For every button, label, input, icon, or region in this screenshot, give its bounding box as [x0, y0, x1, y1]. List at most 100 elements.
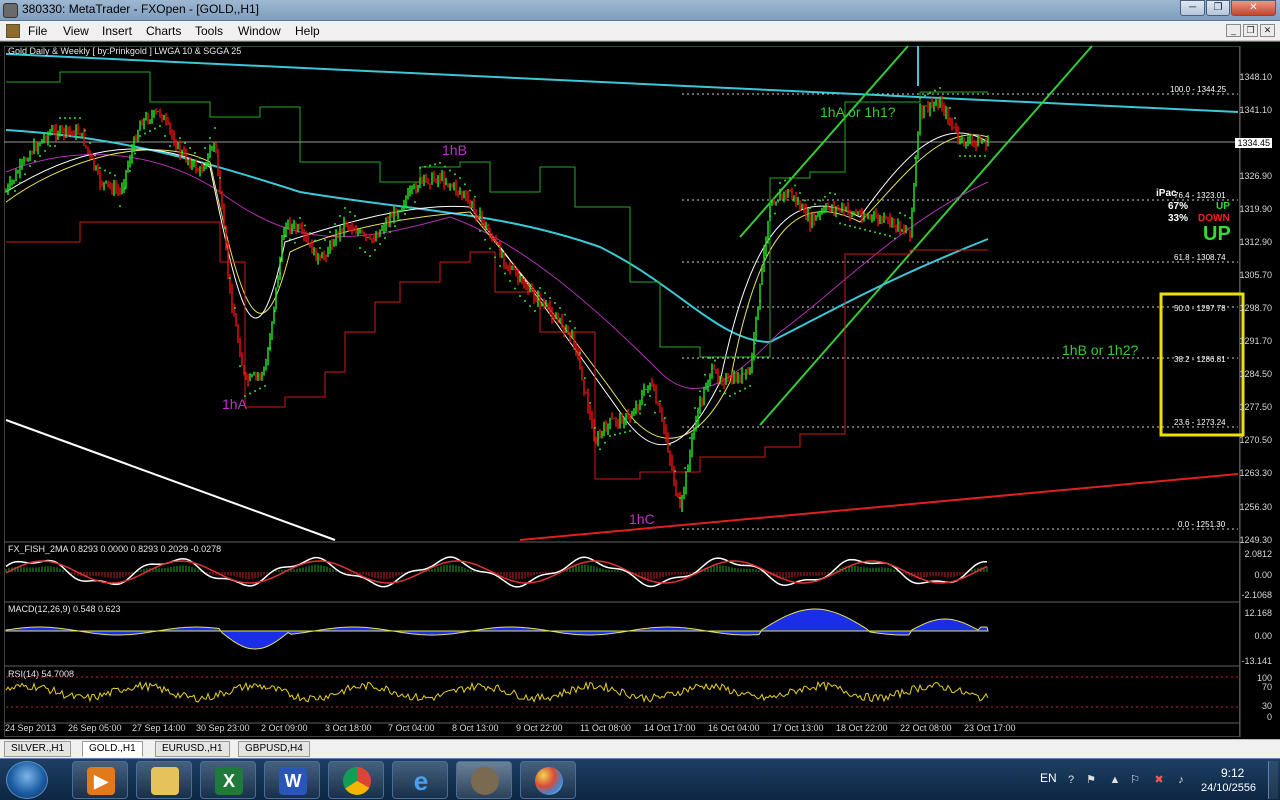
price-tick: 1348.10 [1239, 72, 1272, 82]
chart-restore-button[interactable]: ❐ [1243, 24, 1258, 37]
sar-dot [289, 238, 291, 241]
menu-file[interactable]: File [28, 24, 47, 38]
sar-dot [809, 207, 811, 209]
taskbar-metatrader[interactable] [456, 761, 512, 799]
sar-dot [434, 163, 436, 166]
clock-date[interactable]: 24/10/2556 [1201, 782, 1256, 794]
sar-dot [299, 217, 301, 219]
show-desktop-button[interactable] [1268, 761, 1278, 799]
chart-close-button[interactable]: ✕ [1260, 24, 1275, 37]
sar-dot [99, 167, 101, 169]
fisher-indicator [5, 556, 988, 588]
macd-axis-tick: 0.00 [1254, 631, 1272, 641]
sar-dot [864, 228, 866, 231]
sar-dot [889, 235, 891, 237]
sar-dot [109, 172, 111, 174]
time-tick: 3 Oct 18:00 [325, 723, 372, 733]
menu-window[interactable]: Window [238, 24, 281, 38]
sar-dot [79, 117, 81, 119]
sar-dot [129, 170, 131, 172]
sar-dot [204, 147, 206, 149]
sar-dot [254, 390, 256, 392]
taskbar-word[interactable]: W [264, 761, 320, 799]
help-icon[interactable]: ? [1064, 774, 1078, 786]
macd-axis-tick: -13.141 [1241, 656, 1272, 666]
time-tick: 9 Oct 22:00 [516, 723, 563, 733]
tab-gold-h1[interactable]: GOLD.,H1 [82, 741, 143, 757]
close-button[interactable]: ✕ [1231, 0, 1276, 16]
time-tick: 18 Oct 22:00 [836, 723, 888, 733]
sar-dot [104, 169, 106, 172]
indicator-canvas[interactable] [0, 542, 1240, 723]
price-tick: 1319.90 [1239, 204, 1272, 214]
sar-dot [664, 417, 666, 419]
show-hidden-icons-icon[interactable]: ▲ [1108, 774, 1122, 786]
price-tick: 1312.90 [1239, 237, 1272, 247]
sar-dot [874, 231, 876, 234]
volume-icon[interactable]: ♪ [1174, 774, 1188, 786]
fisher-axis-tick: 0.00 [1254, 570, 1272, 580]
sar-dot [514, 287, 516, 290]
network-icon[interactable]: ✖ [1152, 774, 1166, 786]
channel-lower-line [759, 45, 1093, 426]
taskbar-internet-explorer[interactable]: e [392, 761, 448, 799]
menu-tools[interactable]: Tools [195, 24, 223, 38]
sar-dot [314, 239, 316, 242]
sar-dot [334, 223, 336, 225]
sar-dot [284, 235, 286, 237]
price-tick: 1270.50 [1239, 435, 1272, 445]
menu-help[interactable]: Help [295, 24, 320, 38]
sar-dot [609, 435, 611, 437]
sar-dot [179, 137, 181, 139]
sar-dot [304, 224, 306, 227]
start-button[interactable] [6, 761, 48, 799]
taskbar-excel[interactable]: X [200, 761, 256, 799]
chart-minimize-button[interactable]: _ [1226, 24, 1241, 37]
white-moving-average [5, 132, 989, 446]
sar-dot [264, 385, 266, 387]
sar-dot [274, 310, 276, 312]
sar-dot [644, 403, 646, 406]
tab-gbpusd-h4[interactable]: GBPUSD,H4 [238, 741, 310, 757]
time-tick: 16 Oct 04:00 [708, 723, 760, 733]
media-player-icon: ▶ [87, 767, 115, 795]
sar-dot [319, 247, 321, 249]
sar-dot [559, 307, 561, 309]
sar-dot [444, 165, 446, 168]
sar-dot [834, 193, 836, 196]
sar-dot [829, 192, 831, 194]
sar-dot [879, 232, 881, 235]
tab-eurusd-h1[interactable]: EURUSD.,H1 [155, 741, 230, 757]
sar-dot [359, 247, 361, 249]
price-tick: 1341.10 [1239, 105, 1272, 115]
maximize-button[interactable]: ❐ [1206, 0, 1230, 16]
menu-view[interactable]: View [63, 24, 89, 38]
metatrader-app-icon [3, 3, 18, 18]
menu-insert[interactable]: Insert [102, 24, 132, 38]
sar-dot [939, 87, 941, 89]
taskbar-chrome[interactable] [328, 761, 384, 799]
menu-charts[interactable]: Charts [146, 24, 181, 38]
time-tick: 30 Sep 23:00 [196, 723, 250, 733]
action-center-icon[interactable]: ⚐ [1128, 774, 1142, 786]
taskbar-folder[interactable] [136, 761, 192, 799]
sar-dot [844, 223, 846, 226]
fib-100-label: 100.0 - 1344.25 [1170, 85, 1227, 94]
taskbar-media-player[interactable]: ▶ [72, 761, 128, 799]
chart-window-icon[interactable] [6, 24, 20, 38]
target-zone-box [1159, 292, 1245, 437]
taskbar-paint[interactable] [520, 761, 576, 799]
time-tick: 27 Sep 14:00 [132, 723, 186, 733]
flag-icon[interactable]: ⚑ [1084, 774, 1098, 786]
sar-dot [574, 327, 576, 329]
language-indicator[interactable]: EN [1040, 771, 1057, 785]
sar-dot [219, 177, 221, 179]
tab-silver-h1[interactable]: SILVER.,H1 [4, 741, 72, 757]
clock-time[interactable]: 9:12 [1221, 766, 1244, 780]
minimize-button[interactable]: ─ [1180, 0, 1205, 16]
sar-dot [19, 181, 21, 184]
chart-area[interactable]: 100.0 - 1344.25 76.4 - 1323.01 61.8 - 13… [0, 42, 1280, 739]
sar-dot [659, 400, 661, 403]
sar-dot [814, 203, 816, 206]
sar-dot [824, 195, 826, 198]
